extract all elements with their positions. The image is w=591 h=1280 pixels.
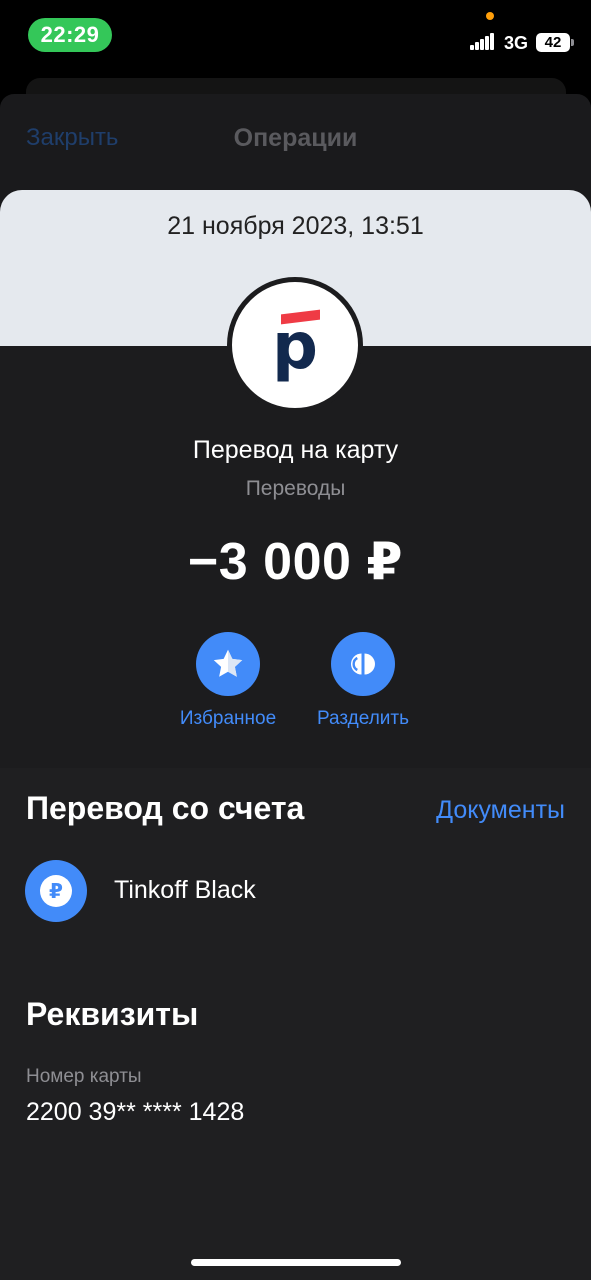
- battery-level: 42: [544, 34, 562, 51]
- card-number-label: Номер карты: [26, 1066, 142, 1087]
- split-button[interactable]: Разделить: [303, 632, 423, 730]
- account-name[interactable]: Tinkoff Black: [114, 876, 256, 905]
- home-indicator[interactable]: [191, 1259, 401, 1266]
- cellular-signal-icon: [470, 32, 496, 50]
- battery-tip: [571, 39, 574, 46]
- logo-letter: р: [272, 310, 318, 384]
- ruble-icon: ₽: [40, 875, 72, 907]
- battery-icon: 42: [536, 33, 570, 52]
- operations-title: Операции: [233, 124, 358, 152]
- ruble-account-icon: ₽: [25, 860, 87, 922]
- privacy-indicator: [486, 12, 494, 20]
- favorite-button[interactable]: Избранное: [168, 632, 288, 730]
- details-area: Перевод со счета Документы ₽ Tinkoff Bla…: [0, 768, 591, 1280]
- operation-title: Перевод на карту: [192, 436, 399, 464]
- status-time: 22:29: [28, 18, 112, 52]
- operation-amount: −3 000 ₽: [187, 533, 404, 591]
- favorite-label: Избранное: [179, 708, 277, 729]
- split-icon: [331, 632, 395, 696]
- documents-link[interactable]: Документы: [436, 796, 565, 825]
- network-type: 3G: [504, 33, 529, 53]
- screen: 22:29 3G 42 Закрыть Операции 21 ноября 2…: [0, 0, 591, 1280]
- operation-date: 21 ноября 2023, 13:51: [167, 212, 424, 240]
- card-number-value: 2200 39** **** 1428: [26, 1098, 245, 1126]
- star-icon: [196, 632, 260, 696]
- details-title: Реквизиты: [26, 996, 199, 1032]
- operation-sheet: 21 ноября 2023, 13:51 р Перевод на карту…: [0, 190, 591, 1280]
- split-label: Разделить: [316, 708, 409, 729]
- status-bar: 22:29 3G 42: [0, 0, 591, 70]
- transfer-from-title: Перевод со счета: [26, 790, 305, 826]
- operation-category[interactable]: Переводы: [0, 477, 591, 501]
- merchant-logo: р: [227, 277, 363, 413]
